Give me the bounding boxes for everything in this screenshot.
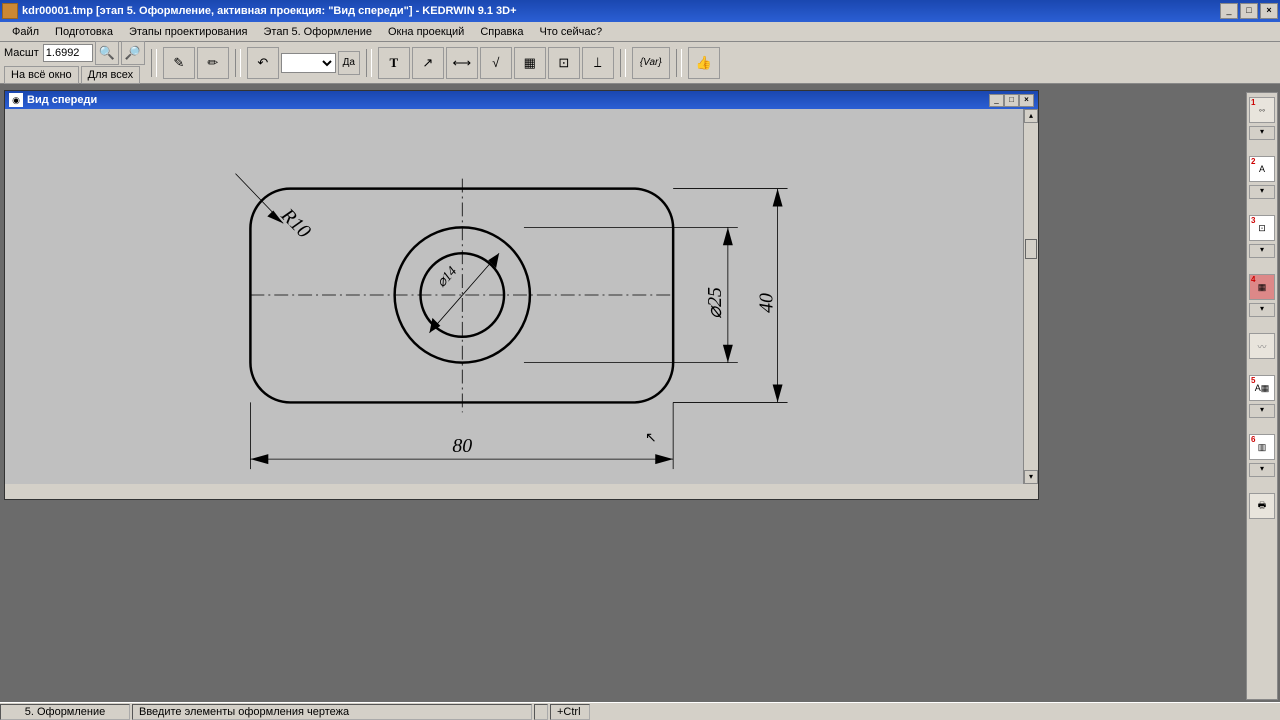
doc-minimize-button[interactable]: _ (989, 94, 1004, 107)
right-tool-2-button[interactable]: A (1249, 156, 1275, 182)
app-icon (2, 3, 18, 19)
status-stage: 5. Оформление (0, 704, 130, 720)
doc-close-button[interactable]: × (1019, 94, 1034, 107)
base-icon: ⟘ (594, 55, 602, 71)
dim-radius-text: R10 (276, 204, 315, 243)
scale-label: Масшт (4, 47, 39, 59)
zoom-out-button[interactable]: 🔎 (121, 41, 145, 65)
workspace: ◉ Вид спереди _ □ × R10 (4, 90, 1240, 700)
menu-projection-windows[interactable]: Окна проекций (380, 24, 472, 40)
tool-var-button[interactable]: {Var} (632, 47, 670, 79)
tool-hatch-button[interactable]: ▦ (514, 47, 546, 79)
right-tool-6-button[interactable]: ▥ (1249, 434, 1275, 460)
minimize-button[interactable]: _ (1220, 3, 1238, 19)
tool-combo[interactable] (281, 53, 336, 73)
zoom-in-button[interactable]: 🔍 (95, 41, 119, 65)
tool-edit-button[interactable]: ✏ (197, 47, 229, 79)
wand-icon: ✎ (173, 55, 184, 71)
toolbar: Масшт 🔍 🔎 На всё окно Для всех ✎ ✏ ↶ Да … (0, 42, 1280, 84)
drawing-canvas[interactable]: R10 40 ⌀25 80 (5, 109, 1023, 484)
tool-thumbsup-button[interactable]: 👍 (688, 47, 720, 79)
fit-window-button[interactable]: На всё окно (4, 66, 79, 84)
close-button[interactable]: × (1260, 3, 1278, 19)
tool-base-button[interactable]: ⟘ (582, 47, 614, 79)
tool-undo-button[interactable]: ↶ (247, 47, 279, 79)
thumbsup-icon: 👍 (696, 55, 712, 71)
tool-wand-button[interactable]: ✎ (163, 47, 195, 79)
rough-icon: √ (492, 55, 499, 70)
dim-width-text: 80 (452, 435, 472, 457)
scroll-thumb[interactable] (1025, 239, 1037, 259)
right-tool-3-dropdown[interactable]: ▾ (1249, 244, 1275, 258)
zoom-in-icon: 🔍 (99, 45, 115, 61)
doc-titlebar[interactable]: ◉ Вид спереди _ □ × (5, 91, 1038, 109)
menu-help[interactable]: Справка (472, 24, 531, 40)
document-window: ◉ Вид спереди _ □ × R10 (4, 90, 1039, 500)
tool-da-button[interactable]: Да (338, 51, 360, 75)
statusbar: 5. Оформление Введите элементы оформлени… (0, 702, 1280, 720)
tool-dim-button[interactable]: ⟷ (446, 47, 478, 79)
undo-icon: ↶ (257, 55, 268, 71)
for-all-button[interactable]: Для всех (81, 66, 140, 84)
vertical-scrollbar[interactable]: ▴ ▾ (1023, 109, 1038, 484)
doc-title: Вид спереди (27, 94, 989, 106)
menu-design-stages[interactable]: Этапы проектирования (121, 24, 256, 40)
status-modifier: +Ctrl (550, 704, 590, 720)
dim-icon: ⟷ (452, 55, 471, 71)
doc-maximize-button[interactable]: □ (1004, 94, 1019, 107)
right-tool-5-button[interactable]: A▦ (1249, 375, 1275, 401)
status-hint: Введите элементы оформления чертежа (132, 704, 532, 720)
right-tool-1-dropdown[interactable]: ▾ (1249, 126, 1275, 140)
section-icon: ⊡ (558, 55, 569, 71)
right-tool-4-dropdown[interactable]: ▾ (1249, 303, 1275, 317)
edit-icon: ✏ (207, 55, 218, 71)
maximize-button[interactable]: □ (1240, 3, 1258, 19)
status-spacer (534, 704, 548, 720)
right-tool-5-dropdown[interactable]: ▾ (1249, 404, 1275, 418)
doc-icon: ◉ (9, 93, 23, 107)
zoom-out-icon: 🔎 (125, 45, 141, 61)
hatch-icon: ▦ (524, 55, 536, 71)
tool-arrow-button[interactable]: ↗ (412, 47, 444, 79)
tool-text-button[interactable]: T (378, 47, 410, 79)
right-tool-print-button[interactable]: 🖶 (1249, 493, 1275, 519)
dim-small-text: ⌀14 (434, 264, 460, 291)
arrow-icon: ↗ (422, 55, 433, 71)
dim-height-text: 40 (756, 293, 778, 313)
menubar: Файл Подготовка Этапы проектирования Эта… (0, 22, 1280, 42)
menu-whatsnow[interactable]: Что сейчас? (531, 24, 610, 40)
tool-rough-button[interactable]: √ (480, 47, 512, 79)
menu-file[interactable]: Файл (4, 24, 47, 40)
menu-stage5-format[interactable]: Этап 5. Оформление (256, 24, 380, 40)
right-tool-1-button[interactable]: ◦◦ (1249, 97, 1275, 123)
menu-prepare[interactable]: Подготовка (47, 24, 121, 40)
right-toolbar: ◦◦ ▾ A ▾ ⊡ ▾ ▦ ▾ 〰 A▦ ▾ ▥ ▾ 🖶 (1246, 92, 1278, 700)
scroll-down-button[interactable]: ▾ (1024, 470, 1038, 484)
titlebar: kdr00001.tmp [этап 5. Оформление, активн… (0, 0, 1280, 22)
tool-section-button[interactable]: ⊡ (548, 47, 580, 79)
right-tool-curve-button[interactable]: 〰 (1249, 333, 1275, 359)
dim-dia-text: ⌀25 (704, 287, 726, 319)
scale-input[interactable] (43, 44, 93, 62)
window-title: kdr00001.tmp [этап 5. Оформление, активн… (22, 5, 1220, 17)
right-tool-3-button[interactable]: ⊡ (1249, 215, 1275, 241)
right-tool-6-dropdown[interactable]: ▾ (1249, 463, 1275, 477)
text-icon: T (389, 55, 398, 71)
right-tool-2-dropdown[interactable]: ▾ (1249, 185, 1275, 199)
right-tool-4-button[interactable]: ▦ (1249, 274, 1275, 300)
scroll-up-button[interactable]: ▴ (1024, 109, 1038, 123)
